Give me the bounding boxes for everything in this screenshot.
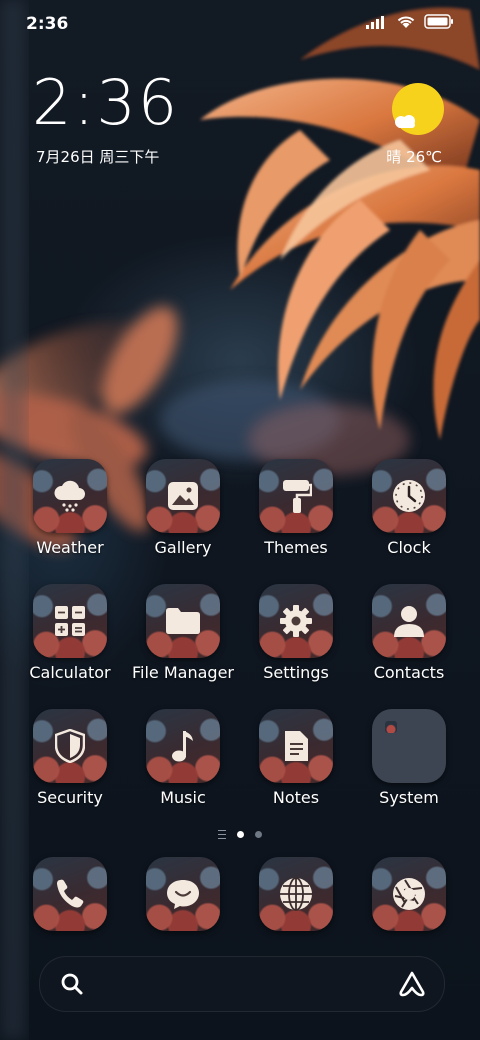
- app-icon-tile[interactable]: [33, 709, 107, 783]
- app-icon-tile[interactable]: [259, 709, 333, 783]
- app-icon-tile[interactable]: [372, 584, 446, 658]
- app-icon-tile[interactable]: [33, 857, 107, 931]
- page-dot[interactable]: [255, 831, 262, 838]
- folder-icon: [166, 608, 200, 634]
- gallery-icon: [168, 482, 198, 510]
- app-calculator[interactable]: Calculator: [15, 584, 125, 682]
- message-icon: [167, 880, 199, 909]
- app-drawer-indicator-icon[interactable]: [218, 830, 226, 839]
- weather-text: 晴 26℃: [386, 148, 442, 166]
- music-note-icon: [172, 731, 193, 762]
- app-security[interactable]: Security: [15, 709, 125, 807]
- app-weather[interactable]: Weather: [15, 459, 125, 557]
- app-icon-tile[interactable]: [146, 584, 220, 658]
- notes-icon: [285, 731, 308, 761]
- search-bar[interactable]: [39, 956, 445, 1012]
- app-icon-tile[interactable]: [372, 459, 446, 533]
- app-icon-tile[interactable]: [146, 709, 220, 783]
- browser-icon: [280, 877, 312, 911]
- search-icon[interactable]: [60, 972, 84, 996]
- dock-phone[interactable]: [15, 857, 125, 931]
- weather-icon: [54, 480, 85, 512]
- app-icon-tile[interactable]: [146, 459, 220, 533]
- app-label: Gallery: [154, 538, 212, 557]
- app-label: File Manager: [132, 663, 234, 682]
- folder-system[interactable]: System: [354, 709, 464, 807]
- shield-icon: [55, 729, 85, 763]
- page-indicator[interactable]: [0, 830, 480, 839]
- app-icon-tile[interactable]: [146, 857, 220, 931]
- app-label: Clock: [387, 538, 431, 557]
- calculator-icon: [55, 606, 85, 636]
- folder-tile[interactable]: [372, 709, 446, 783]
- phone-icon: [57, 879, 84, 908]
- folder-app-thumbnail: [385, 721, 397, 733]
- app-icon-tile[interactable]: [259, 584, 333, 658]
- clock-widget-time[interactable]: 2:36: [32, 72, 179, 134]
- dock-messages[interactable]: [128, 857, 238, 931]
- dock-camera[interactable]: [354, 857, 464, 931]
- app-settings[interactable]: Settings: [241, 584, 351, 682]
- clock-icon: [393, 480, 425, 512]
- app-label: Contacts: [373, 663, 445, 682]
- contacts-icon: [394, 606, 424, 637]
- assistant-icon[interactable]: [398, 971, 426, 997]
- app-label: Weather: [36, 538, 104, 557]
- camera-icon: [393, 878, 425, 910]
- app-label: Security: [37, 788, 103, 807]
- themes-icon: [283, 480, 312, 513]
- app-icon-tile[interactable]: [259, 857, 333, 931]
- gear-icon: [280, 605, 312, 637]
- status-time: 2:36: [26, 14, 69, 34]
- battery-icon: [424, 14, 453, 29]
- app-music[interactable]: Music: [128, 709, 238, 807]
- app-themes[interactable]: Themes: [241, 459, 351, 557]
- app-icon-tile[interactable]: [33, 459, 107, 533]
- app-contacts[interactable]: Contacts: [354, 584, 464, 682]
- app-clock[interactable]: Clock: [354, 459, 464, 557]
- page-dot-active[interactable]: [237, 831, 244, 838]
- app-label: System: [379, 788, 439, 807]
- app-label: Themes: [264, 538, 328, 557]
- search-input[interactable]: [96, 967, 380, 1003]
- app-gallery[interactable]: Gallery: [128, 459, 238, 557]
- app-label: Notes: [272, 788, 320, 807]
- app-label: Settings: [263, 663, 329, 682]
- app-label: Music: [160, 788, 206, 807]
- wifi-icon: [397, 16, 415, 28]
- signal-icon: [366, 15, 384, 29]
- app-notes[interactable]: Notes: [241, 709, 351, 807]
- app-file-manager[interactable]: File Manager: [128, 584, 238, 682]
- app-icon-tile[interactable]: [372, 857, 446, 931]
- app-icon-tile[interactable]: [33, 584, 107, 658]
- dock-browser[interactable]: [241, 857, 351, 931]
- cloud-icon: [395, 115, 415, 128]
- clock-widget-date: 7月26日 周三下午: [36, 148, 160, 166]
- app-icon-tile[interactable]: [259, 459, 333, 533]
- status-bar: 2:36: [0, 0, 480, 50]
- app-label: Calculator: [29, 663, 111, 682]
